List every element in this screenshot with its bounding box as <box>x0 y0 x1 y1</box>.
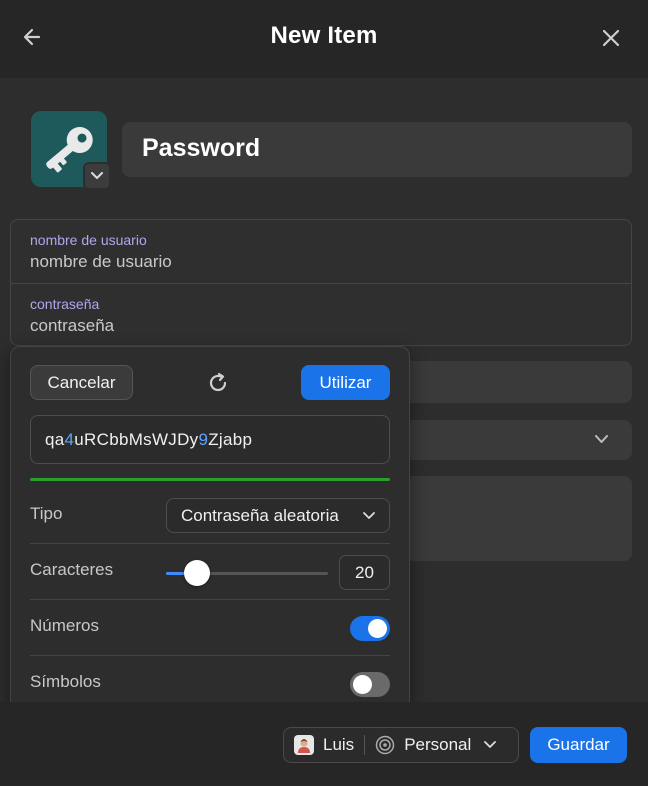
generated-password-field[interactable]: qa 4 uRCbbMsWJDy 9 Zjabp <box>30 415 390 464</box>
use-password-button[interactable]: Utilizar <box>301 365 390 400</box>
chevron-down-icon <box>91 172 103 179</box>
password-digit: 9 <box>198 429 209 449</box>
chevron-down-icon <box>595 435 608 443</box>
length-slider[interactable] <box>166 560 328 586</box>
close-icon <box>602 29 620 47</box>
item-title-input[interactable]: Password <box>122 122 632 177</box>
password-generator-popover: Cancelar Utilizar qa 4 uRCbbMsWJDy 9 Zjabp T… <box>10 346 410 706</box>
icon-dropdown-button[interactable] <box>83 162 111 190</box>
credentials-section: nombre de usuario nombre de usuario cont… <box>10 219 632 346</box>
regenerate-button[interactable] <box>205 370 231 396</box>
password-segment: Zjabp <box>208 429 253 449</box>
symbols-toggle[interactable] <box>350 672 390 697</box>
type-label: Tipo <box>30 504 63 523</box>
vault-name: Personal <box>404 735 472 754</box>
length-row: Caracteres 20 <box>30 544 390 600</box>
symbols-label: Símbolos <box>30 672 101 691</box>
chevron-down-icon <box>363 511 375 519</box>
numbers-label: Números <box>30 616 99 635</box>
length-label: Caracteres <box>30 560 114 579</box>
website-field[interactable] <box>400 361 632 403</box>
type-select-value: Contraseña aleatoria <box>181 505 339 525</box>
username-input[interactable]: nombre de usuario <box>30 251 612 273</box>
account-name: Luis <box>323 735 355 754</box>
save-button[interactable]: Guardar <box>530 727 627 763</box>
notes-field[interactable] <box>400 476 632 561</box>
toggle-knob <box>353 675 372 694</box>
page-title: New Item <box>270 22 378 49</box>
cancel-button[interactable]: Cancelar <box>30 365 133 400</box>
password-digit: 4 <box>64 429 75 449</box>
type-select[interactable]: Contraseña aleatoria <box>166 498 390 533</box>
footer: Luis Personal Guardar <box>0 702 648 786</box>
password-segment: uRCbbMsWJDy <box>74 429 199 449</box>
type-row: Tipo Contraseña aleatoria <box>30 488 390 544</box>
numbers-row: Números <box>30 600 390 656</box>
chevron-down-icon <box>484 741 497 748</box>
avatar <box>294 735 314 755</box>
header: New Item <box>0 0 648 78</box>
strength-meter <box>30 478 390 481</box>
password-input[interactable]: contraseña <box>30 315 612 337</box>
length-slider-thumb[interactable] <box>183 560 210 586</box>
vault-icon <box>375 735 395 755</box>
close-button[interactable] <box>600 27 622 49</box>
password-field[interactable]: contraseña contraseña <box>11 283 631 345</box>
length-input[interactable]: 20 <box>339 555 390 590</box>
divider <box>364 735 366 755</box>
username-label: nombre de usuario <box>30 232 147 248</box>
numbers-toggle[interactable] <box>350 616 390 641</box>
username-field[interactable]: nombre de usuario nombre de usuario <box>11 220 631 283</box>
password-label: contraseña <box>30 296 100 312</box>
user-avatar-icon <box>298 739 310 753</box>
tags-field[interactable] <box>400 420 632 460</box>
password-segment: qa <box>45 429 65 449</box>
vault-selector[interactable]: Luis Personal <box>283 727 519 763</box>
refresh-icon <box>209 372 227 392</box>
toggle-knob <box>368 619 387 638</box>
